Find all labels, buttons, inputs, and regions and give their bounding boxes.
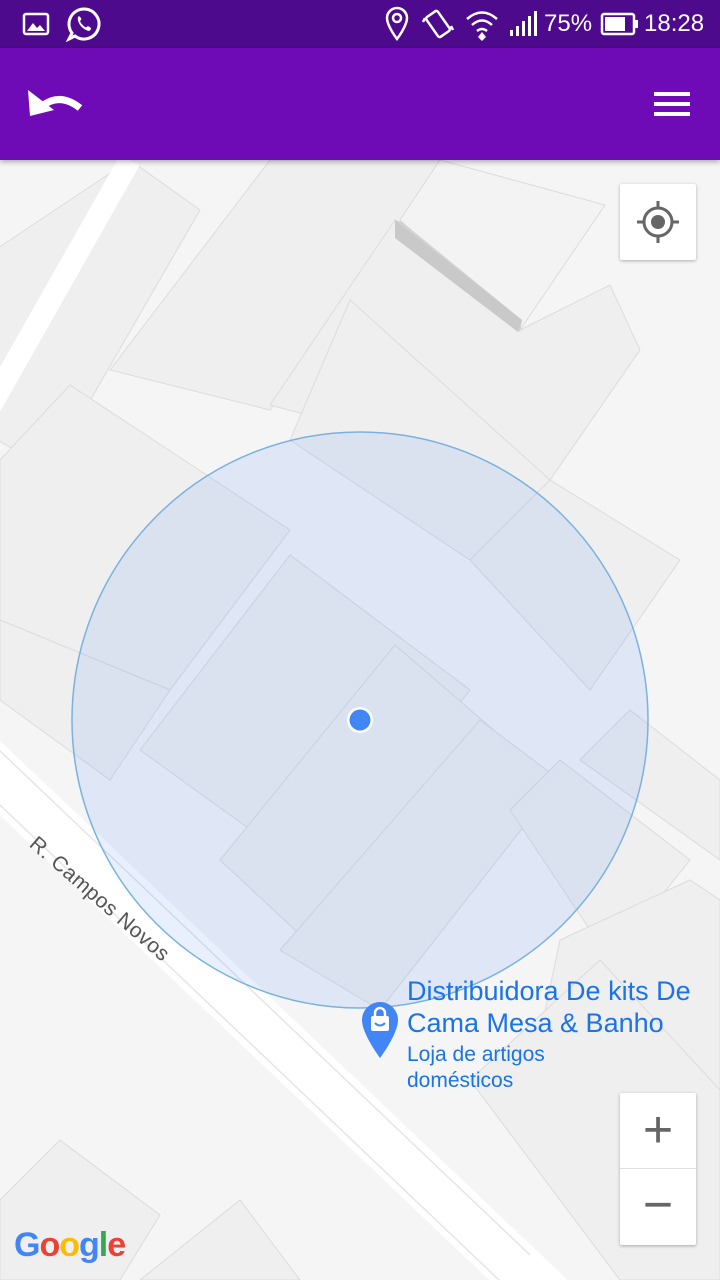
menu-button[interactable] xyxy=(646,84,698,124)
my-location-button[interactable] xyxy=(620,184,696,260)
wifi-icon xyxy=(466,11,498,41)
undo-arrow-icon xyxy=(28,90,83,116)
google-logo: Google xyxy=(14,1226,126,1265)
battery-percent: 75% xyxy=(544,10,593,37)
logo-letter: g xyxy=(79,1226,100,1264)
logo-letter: G xyxy=(14,1226,40,1264)
location-icon xyxy=(385,6,409,42)
battery-icon xyxy=(600,12,638,36)
hamburger-menu-icon xyxy=(654,92,690,116)
zoom-out-button[interactable]: − xyxy=(620,1169,696,1245)
place-category: Loja de artigos domésticos xyxy=(407,1043,545,1092)
whatsapp-icon xyxy=(66,7,101,42)
gallery-icon xyxy=(22,12,50,36)
logo-letter: e xyxy=(107,1226,126,1264)
logo-letter: o xyxy=(39,1226,60,1264)
my-location-crosshair-icon xyxy=(637,201,679,243)
shopping-bag-marker-icon[interactable] xyxy=(360,1000,400,1062)
logo-letter: o xyxy=(59,1226,80,1264)
signal-icon xyxy=(510,11,537,36)
zoom-controls: + − xyxy=(620,1093,696,1245)
zoom-in-button[interactable]: + xyxy=(620,1093,696,1169)
status-bar: 75% 18:28 xyxy=(0,0,720,48)
back-button[interactable] xyxy=(20,74,92,134)
map-canvas xyxy=(0,160,720,1280)
place-name[interactable]: Distribuidora De kits De Cama Mesa & Ban… xyxy=(407,975,707,1039)
zoom-in-label: + xyxy=(642,1101,674,1159)
logo-letter: l xyxy=(98,1226,109,1264)
vibrate-icon xyxy=(421,9,455,39)
map-view[interactable]: R. Campos Novos Distribuidora De kits De… xyxy=(0,160,720,1280)
app-bar xyxy=(0,48,720,160)
zoom-out-label: − xyxy=(642,1176,674,1234)
clock: 18:28 xyxy=(644,10,705,37)
